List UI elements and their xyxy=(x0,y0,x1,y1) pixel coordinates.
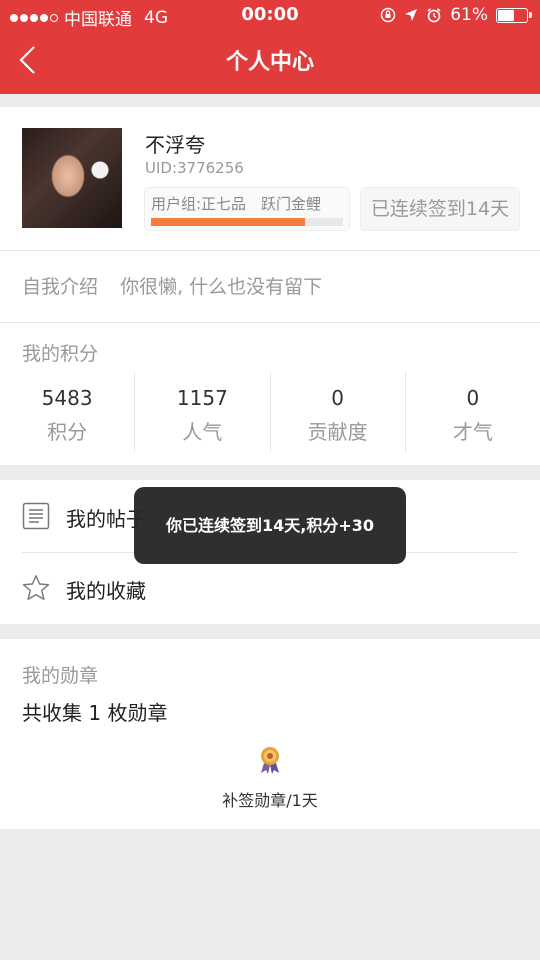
menu-label: 我的收藏 xyxy=(66,579,146,603)
avatar[interactable] xyxy=(22,128,122,228)
location-icon xyxy=(405,9,418,21)
points-title: 我的积分 xyxy=(22,343,99,365)
stat-label: 贡献度 xyxy=(307,420,368,444)
medals-title: 我的勋章 xyxy=(22,665,99,687)
battery-percent: 61% xyxy=(450,5,488,25)
stat-label: 积分 xyxy=(47,420,88,444)
medal-count: 共收集 1 枚勋章 xyxy=(22,701,168,725)
stat-points[interactable]: 5483 积分 xyxy=(0,372,136,452)
user-id: UID:3776256 xyxy=(145,159,244,177)
stat-value: 0 xyxy=(466,386,480,410)
toast-message: 你已连续签到14天,积分+30 xyxy=(134,487,406,564)
checkin-button[interactable]: 已连续签到14天 xyxy=(360,187,520,231)
self-intro[interactable]: 自我介绍 你很懒, 什么也没有留下 xyxy=(22,272,322,299)
level-progress-fill xyxy=(151,218,305,226)
star-icon xyxy=(22,575,50,600)
status-right: 61% xyxy=(380,5,532,25)
stat-label: 才气 xyxy=(452,420,493,444)
battery-icon xyxy=(496,7,532,23)
document-icon xyxy=(22,502,50,530)
divider xyxy=(0,250,540,251)
points-stats: 5483 积分 1157 人气 0 贡献度 0 才气 xyxy=(0,372,540,452)
user-group-label: 用户组:正七品 跃门金鲤 xyxy=(151,195,322,213)
status-bar: 中国联通 4G 00:00 61% xyxy=(0,0,540,30)
username: 不浮夸 xyxy=(145,133,205,157)
self-intro-text: 你很懒, 什么也没有留下 xyxy=(120,276,323,298)
alarm-icon xyxy=(427,8,441,23)
divider xyxy=(0,322,540,323)
level-progress-bar xyxy=(151,218,343,226)
medal-name: 补签勋章/1天 xyxy=(222,791,318,810)
stat-label: 人气 xyxy=(182,420,223,444)
stat-contribution[interactable]: 0 贡献度 xyxy=(271,372,406,452)
self-intro-label: 自我介绍 xyxy=(22,276,99,298)
stat-value: 5483 xyxy=(41,386,93,410)
rotation-lock-icon xyxy=(380,7,396,23)
stat-value: 0 xyxy=(331,386,344,410)
stat-talent[interactable]: 0 才气 xyxy=(406,372,540,452)
header: 中国联通 4G 00:00 61% 个人中心 xyxy=(0,0,540,94)
medals-card: 我的勋章 共收集 1 枚勋章 补签勋章/1天 xyxy=(0,639,540,829)
profile-card: 不浮夸 UID:3776256 用户组:正七品 跃门金鲤 已连续签到14天 自我… xyxy=(0,107,540,465)
medal-icon[interactable] xyxy=(258,746,282,774)
stat-value: 1157 xyxy=(176,386,228,410)
stat-popularity[interactable]: 1157 人气 xyxy=(135,372,271,452)
user-group-badge: 用户组:正七品 跃门金鲤 xyxy=(144,187,350,231)
page-title: 个人中心 xyxy=(225,50,314,75)
